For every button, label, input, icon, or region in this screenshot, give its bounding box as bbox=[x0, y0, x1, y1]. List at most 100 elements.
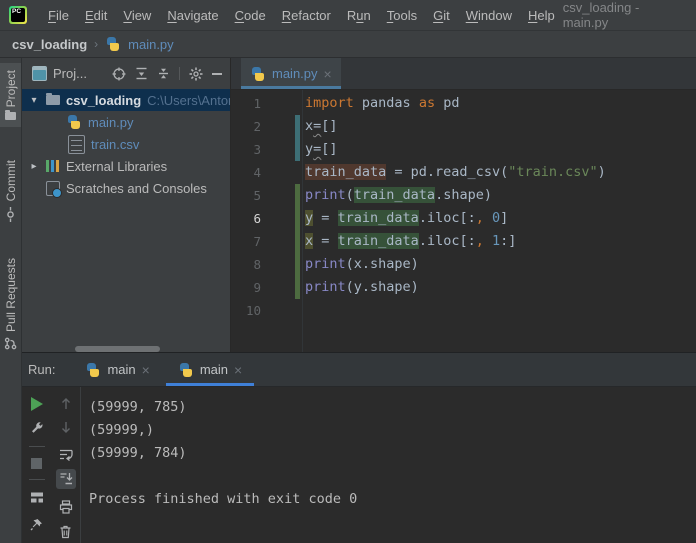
soft-wrap-button soft-wrap-icon[interactable] bbox=[59, 448, 73, 461]
scroll-to-end-button scroll-end-icon[interactable] bbox=[55, 469, 76, 489]
run-tab-label: main bbox=[107, 362, 136, 377]
tree-node-name: External Libraries bbox=[66, 158, 168, 174]
menu-view[interactable]: View bbox=[115, 8, 159, 23]
editor-tab-bar: main.py × bbox=[231, 58, 696, 90]
locate-file-icon[interactable] bbox=[112, 67, 126, 81]
next-occurrence-button down-arrow-icon[interactable] bbox=[60, 421, 72, 434]
menu-navigate[interactable]: Navigate bbox=[159, 8, 226, 23]
code-token: ) bbox=[597, 164, 606, 180]
pin-button pin-icon[interactable] bbox=[30, 518, 43, 531]
console-line: (59999, 784) bbox=[89, 445, 187, 461]
settings-gear-icon[interactable] bbox=[189, 67, 203, 81]
python-icon bbox=[250, 66, 266, 82]
stop-button stop-icon[interactable] bbox=[31, 458, 42, 469]
menu-git[interactable]: Git bbox=[425, 8, 458, 23]
menu-help[interactable]: Help bbox=[520, 8, 563, 23]
code-token: train_data bbox=[305, 164, 387, 180]
close-icon[interactable]: × bbox=[234, 363, 242, 377]
code-editor[interactable]: 1 import pandas as pd 2 x=[] 3 y=[] 4 train_dat… bbox=[231, 90, 696, 353]
tree-root-path: C:\Users\Antony G bbox=[147, 92, 230, 108]
chevron-right-icon: › bbox=[94, 37, 99, 51]
code-token: .iloc[: bbox=[418, 233, 476, 249]
menu-bar: PC File Edit View Navigate Code Refactor Run To… bbox=[0, 0, 696, 31]
run-tabs: main × main × bbox=[69, 353, 255, 386]
code-line: 7 x = train_data.iloc[:, 1:] bbox=[231, 230, 696, 253]
tree-file-name: train.csv bbox=[91, 136, 140, 152]
commit-icon bbox=[7, 206, 14, 222]
breadcrumb-project[interactable]: csv_loading bbox=[12, 37, 87, 52]
close-icon[interactable]: × bbox=[324, 67, 332, 81]
menu-tools[interactable]: Tools bbox=[379, 8, 425, 23]
scratches-icon bbox=[46, 180, 62, 198]
code-line: 4 train_data = pd.read_csv("train.csv") bbox=[231, 161, 696, 184]
code-token: ( bbox=[345, 187, 354, 203]
menu-edit[interactable]: Edit bbox=[77, 8, 115, 23]
run-tab[interactable]: main × bbox=[165, 353, 255, 386]
tree-expanded-icon[interactable]: ▾ bbox=[28, 95, 40, 106]
code-text: print(train_data.shape) bbox=[305, 184, 492, 207]
run-label: Run: bbox=[28, 362, 56, 377]
stripe-project-button[interactable]: Project bbox=[0, 63, 21, 128]
tree-node-row[interactable]: ▸ External Libraries bbox=[22, 155, 230, 177]
project-window-icon bbox=[32, 66, 47, 81]
run-tab[interactable]: main × bbox=[73, 353, 161, 386]
code-token: , bbox=[475, 210, 484, 226]
menu-refactor[interactable]: Refactor bbox=[274, 8, 339, 23]
tool-window-stripe-bottom bbox=[0, 352, 22, 543]
prev-occurrence-button up-arrow-icon[interactable] bbox=[60, 397, 72, 410]
code-token: .shape) bbox=[435, 187, 492, 203]
close-icon[interactable]: × bbox=[142, 363, 150, 377]
line-number: 1 bbox=[253, 96, 261, 111]
restore-layout-button layout-icon[interactable] bbox=[30, 491, 44, 504]
tree-file-row[interactable]: train.csv bbox=[22, 133, 230, 155]
line-number: 9 bbox=[253, 280, 261, 295]
code-token: train_data bbox=[337, 233, 419, 249]
editor-area: main.py × 1 import pandas as pd 2 x=[] 3 y=[]… bbox=[231, 58, 696, 353]
code-line: 1 import pandas as pd bbox=[231, 92, 696, 115]
tree-collapsed-icon[interactable]: ▸ bbox=[28, 161, 40, 172]
code-line: 5 print(train_data.shape) bbox=[231, 184, 696, 207]
tree-node-row[interactable]: Scratches and Consoles bbox=[22, 177, 230, 199]
print-button printer-icon[interactable] bbox=[59, 500, 73, 514]
tree-file-row[interactable]: main.py bbox=[22, 111, 230, 133]
project-tree: ▾ csv_loading C:\Users\Antony G main.py … bbox=[22, 89, 230, 199]
menu-run[interactable]: Run bbox=[339, 8, 379, 23]
stripe-commit-button[interactable]: Commit bbox=[0, 153, 21, 228]
run-panel-header: Run: main × main × bbox=[22, 353, 696, 387]
tree-file-name: main.py bbox=[88, 114, 134, 130]
tree-root-row[interactable]: ▾ csv_loading C:\Users\Antony G bbox=[22, 89, 230, 111]
code-text: print(x.shape) bbox=[305, 253, 419, 276]
code-token: = pd.read_csv( bbox=[386, 164, 509, 180]
breadcrumb-file[interactable]: main.py bbox=[128, 37, 174, 52]
stripe-project-label: Project bbox=[3, 70, 18, 108]
window-title: csv_loading - main.py bbox=[562, 0, 640, 30]
rerun-button play-icon[interactable] bbox=[30, 397, 43, 411]
line-number: 2 bbox=[253, 119, 261, 134]
editor-tab-main-py[interactable]: main.py × bbox=[241, 58, 341, 89]
code-text: y=[] bbox=[305, 138, 338, 161]
python-icon bbox=[105, 36, 121, 52]
line-number: 10 bbox=[245, 303, 261, 318]
code-token: y bbox=[305, 141, 314, 157]
code-text: print(y.shape) bbox=[305, 276, 419, 299]
collapse-all-icon[interactable] bbox=[157, 67, 170, 80]
folder-icon bbox=[5, 110, 16, 121]
run-console[interactable]: (59999, 785) (59999,) (59999, 784) Process … bbox=[81, 387, 696, 543]
code-line: 3 y=[] bbox=[231, 138, 696, 161]
code-token: import bbox=[305, 95, 354, 111]
stripe-pull-requests-button[interactable]: Pull Requests bbox=[0, 251, 21, 357]
expand-all-icon[interactable] bbox=[135, 67, 148, 80]
stripe-pull-requests-label: Pull Requests bbox=[3, 257, 18, 332]
folder-icon bbox=[46, 93, 60, 105]
code-token: = bbox=[313, 210, 338, 226]
clear-all-button trash-icon[interactable] bbox=[59, 525, 72, 539]
console-line: Process finished with exit code 0 bbox=[89, 491, 358, 507]
project-tab-label[interactable]: Proj... bbox=[53, 66, 87, 81]
menu-code[interactable]: Code bbox=[227, 8, 274, 23]
menu-file[interactable]: File bbox=[40, 8, 77, 23]
hide-panel-icon[interactable] bbox=[212, 72, 222, 75]
menu-window[interactable]: Window bbox=[458, 8, 520, 23]
code-token: pandas bbox=[353, 95, 419, 111]
run-toolbar-left bbox=[22, 387, 51, 543]
edit-configuration-button wrench-icon[interactable] bbox=[30, 422, 44, 436]
